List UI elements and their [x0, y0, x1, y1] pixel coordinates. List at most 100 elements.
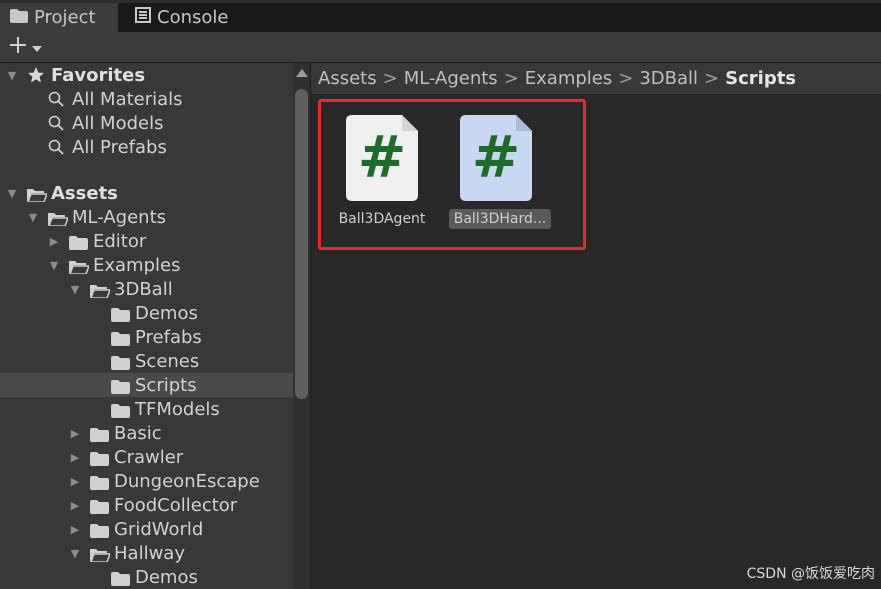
expand-down-icon[interactable]: ▼	[6, 69, 18, 82]
asset-panel: Assets > ML-Agents > Examples > 3DBall >…	[311, 63, 881, 589]
expand-down-icon[interactable]: ▼	[69, 547, 81, 560]
folder-icon	[90, 522, 109, 543]
tree-item-all-models[interactable]: All Models	[0, 111, 293, 135]
tree-item-scripts[interactable]: Scripts	[0, 373, 293, 397]
tree-item-examples[interactable]: ▼ Examples	[0, 253, 293, 277]
folder-icon	[111, 330, 130, 351]
tab-console-label: Console	[157, 7, 229, 28]
folder-icon	[90, 426, 109, 447]
breadcrumb-item-examples[interactable]: Examples	[525, 68, 612, 89]
tree-label: Examples	[93, 254, 181, 276]
folder-open-icon	[47, 210, 70, 231]
tree-item-tfmodels[interactable]: TFModels	[0, 397, 293, 421]
tree-item-all-prefabs[interactable]: All Prefabs	[0, 135, 293, 159]
csharp-script-icon: #	[346, 115, 418, 205]
project-toolbar	[0, 32, 881, 63]
tree-item-all-materials[interactable]: All Materials	[0, 87, 293, 111]
tree-label: Basic	[114, 422, 162, 444]
expand-down-icon[interactable]: ▼	[48, 259, 60, 272]
tree-item-scenes[interactable]: Scenes	[0, 349, 293, 373]
tree-label: ML-Agents	[72, 206, 166, 228]
tree-item-demos[interactable]: Demos	[0, 301, 293, 325]
tab-project[interactable]: Project	[0, 3, 118, 32]
tree-item-gridworld[interactable]: ▶ GridWorld	[0, 517, 293, 541]
tree-item-crawler[interactable]: ▶ Crawler	[0, 445, 293, 469]
folder-icon	[90, 474, 109, 495]
plus-icon	[8, 35, 28, 59]
tree-label: Prefabs	[135, 326, 202, 348]
tab-console[interactable]: Console	[133, 3, 228, 32]
tree-item-ml-agents[interactable]: ▼ ML-Agents	[0, 205, 293, 229]
tree-label: Hallway	[114, 542, 185, 564]
asset-ball3dhard[interactable]: # Ball3DHard...	[445, 115, 551, 235]
folder-icon	[111, 378, 130, 399]
breadcrumb-separator: >	[704, 68, 720, 89]
folder-icon	[111, 402, 130, 423]
search-icon	[48, 139, 64, 160]
folder-open-icon	[89, 546, 112, 567]
tree-item-foodcollector[interactable]: ▶ FoodCollector	[0, 493, 293, 517]
tree-scrollbar[interactable]	[293, 63, 311, 589]
breadcrumb-item-ml-agents[interactable]: ML-Agents	[404, 68, 498, 89]
tree-label: Demos	[135, 566, 198, 588]
folder-icon	[111, 354, 130, 375]
tree-label: DungeonEscape	[114, 470, 260, 492]
folder-open-icon	[26, 186, 49, 207]
tree-label: 3DBall	[114, 278, 173, 300]
breadcrumb-item-assets[interactable]: Assets	[318, 68, 377, 89]
breadcrumb-item-scripts[interactable]: Scripts	[725, 68, 796, 89]
scroll-up-arrow-icon[interactable]	[296, 69, 308, 77]
scrollbar-thumb[interactable]	[295, 89, 308, 399]
console-icon	[135, 7, 151, 28]
caret-down-icon	[32, 38, 42, 57]
tree-label: Crawler	[114, 446, 184, 468]
search-icon	[48, 115, 64, 136]
tree-label: FoodCollector	[114, 494, 238, 516]
expand-right-icon[interactable]: ▶	[69, 475, 81, 488]
expand-down-icon[interactable]: ▼	[6, 187, 18, 200]
tab-bar: Project Console	[0, 0, 881, 32]
expand-right-icon[interactable]: ▶	[69, 523, 81, 536]
tree-label: All Materials	[72, 88, 183, 110]
expand-right-icon[interactable]: ▶	[69, 499, 81, 512]
folder-tree: ▼ Favorites All Materials All Models All…	[0, 63, 293, 589]
asset-label: Ball3DHard...	[449, 209, 551, 229]
tree-item-dungeonescape[interactable]: ▶ DungeonEscape	[0, 469, 293, 493]
tab-project-label: Project	[34, 7, 96, 28]
tree-item-hallway-demos[interactable]: Demos	[0, 565, 293, 589]
folder-icon	[69, 234, 88, 255]
asset-ball3dagent[interactable]: # Ball3DAgent	[332, 115, 432, 235]
breadcrumb-separator: >	[618, 68, 634, 89]
tree-label: Demos	[135, 302, 198, 324]
tree-label: TFModels	[135, 398, 220, 420]
tree-label: Assets	[51, 182, 118, 204]
tree-label: All Models	[72, 112, 164, 134]
tree-label: All Prefabs	[72, 136, 167, 158]
expand-right-icon[interactable]: ▶	[69, 451, 81, 464]
tree-item-3dball[interactable]: ▼ 3DBall	[0, 277, 293, 301]
tree-item-basic[interactable]: ▶ Basic	[0, 421, 293, 445]
tree-item-editor[interactable]: ▶ Editor	[0, 229, 293, 253]
expand-down-icon[interactable]: ▼	[27, 211, 39, 224]
tree-item-hallway[interactable]: ▼ Hallway	[0, 541, 293, 565]
folder-icon	[90, 450, 109, 471]
script-hash-glyph: #	[471, 123, 521, 191]
expand-right-icon[interactable]: ▶	[48, 235, 60, 248]
tree-favorites[interactable]: ▼ Favorites	[0, 63, 293, 87]
tree-item-prefabs[interactable]: Prefabs	[0, 325, 293, 349]
tree-label: Scripts	[135, 374, 197, 396]
expand-right-icon[interactable]: ▶	[69, 427, 81, 440]
breadcrumb: Assets > ML-Agents > Examples > 3DBall >…	[311, 63, 881, 94]
folder-icon	[10, 7, 28, 28]
tree-label: GridWorld	[114, 518, 204, 540]
folder-open-icon	[68, 258, 91, 279]
folder-icon	[111, 570, 130, 589]
expand-down-icon[interactable]: ▼	[69, 283, 81, 296]
breadcrumb-item-3dball[interactable]: 3DBall	[639, 68, 698, 89]
breadcrumb-separator: >	[382, 68, 398, 89]
create-button[interactable]	[8, 35, 48, 59]
folder-icon	[111, 306, 130, 327]
search-icon	[48, 91, 64, 112]
tree-assets[interactable]: ▼ Assets	[0, 181, 293, 205]
folder-icon	[90, 498, 109, 519]
